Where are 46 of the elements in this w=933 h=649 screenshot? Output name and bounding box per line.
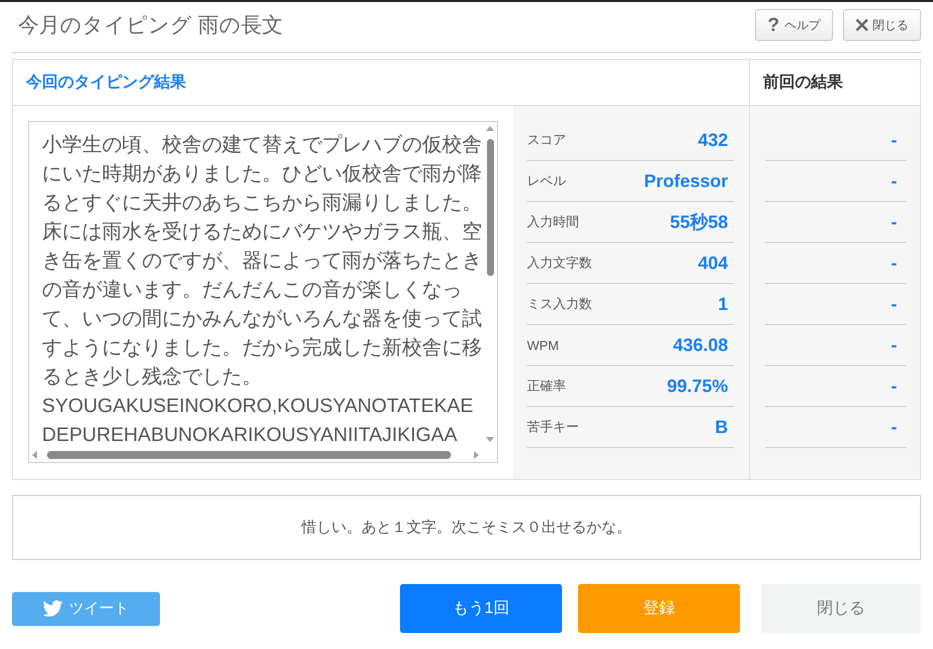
stat-label: ミス入力数 (527, 295, 592, 313)
help-icon: ? (768, 16, 780, 34)
close-button[interactable]: 閉じる (843, 9, 921, 41)
register-button[interactable]: 登録 (578, 584, 740, 633)
romaji-text: SYOUGAKUSEINOKORO,KOUSYANOTATEKAEDEPUREHABUNOKARIKOUSYANIITAJIKIGAA (42, 394, 474, 448)
scroll-right-icon[interactable] (474, 451, 479, 459)
vertical-scrollbar-thumb[interactable] (486, 139, 494, 276)
stat-value: 1 (718, 294, 729, 314)
stat-label: 入力文字数 (527, 254, 592, 272)
stat-value: 99.75% (666, 376, 729, 396)
tweet-button[interactable]: ツイート (12, 592, 160, 626)
previous-results-heading: 前回の結果 (763, 72, 843, 93)
stat-label: スコア (527, 131, 566, 149)
stat-value: 432 (698, 130, 729, 150)
stat-label: WPM (527, 338, 559, 352)
close-icon (856, 19, 868, 31)
close-button[interactable]: 閉じる (761, 584, 921, 633)
horizontal-scrollbar-thumb[interactable] (47, 451, 451, 459)
help-button[interactable]: ? ヘルプ (755, 9, 833, 41)
dialog-title: 今月のタイピング 雨の長文 (18, 13, 283, 39)
scroll-down-icon[interactable] (486, 437, 494, 442)
current-results-heading: 今回のタイピング結果 (26, 72, 186, 93)
result-message: 惜しい。あと１文字。次こそミス０出せるかな。 (302, 518, 632, 537)
stat-value: Professor (644, 170, 729, 192)
passage-text: 小学生の頃、校舎の建て替えでプレハブの仮校舎にいた時期がありました。ひどい仮校舎で雨が降るとすぐに天井のあちこちから雨漏りしました。床には雨水を受けるためにバケツやガラス瓶、空き缶を置くのですが、器によって雨が落ちたときの音が違います。だんだんこの音が楽しくなって、いつの間にかみんながいろんな器を使って試すようになりました。だから完成した新校舎に移るとき少し残念でした。 (42, 133, 483, 390)
previous-value: - (891, 294, 898, 314)
stat-value: B (715, 416, 729, 438)
bird-icon (43, 600, 63, 617)
retry-button[interactable]: もう1回 (400, 584, 562, 633)
stat-label: 苦手キー (527, 418, 579, 436)
stat-label: レベル (527, 172, 566, 190)
previous-value: - (891, 416, 898, 438)
previous-value: - (891, 170, 898, 192)
stat-label: 入力時間 (527, 213, 579, 231)
previous-value: - (891, 376, 898, 396)
previous-value: - (891, 212, 898, 232)
stat-value: 404 (698, 252, 729, 274)
scroll-left-icon[interactable] (32, 451, 37, 459)
passage-textarea[interactable] (28, 121, 498, 463)
previous-value: - (891, 130, 898, 150)
previous-value: - (891, 252, 898, 274)
stat-value: 55秒58 (670, 211, 729, 234)
scroll-up-icon[interactable] (486, 126, 494, 131)
stat-value: 436.08 (672, 334, 729, 356)
stat-label: 正確率 (527, 377, 566, 395)
previous-value: - (891, 334, 898, 356)
